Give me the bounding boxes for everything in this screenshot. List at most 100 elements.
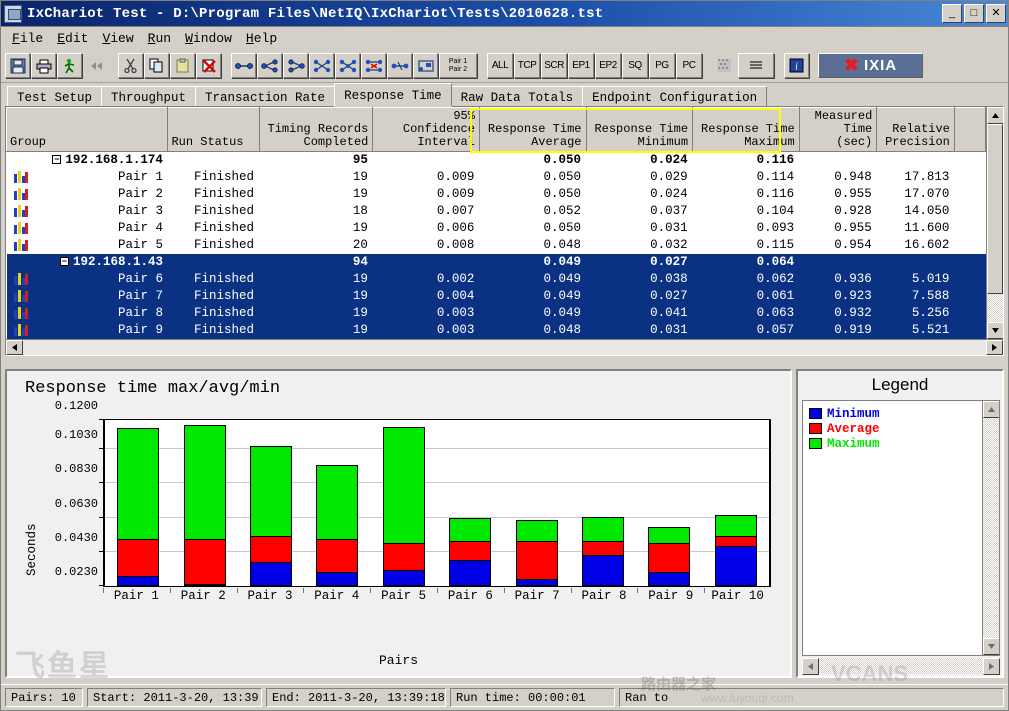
delete-icon[interactable] xyxy=(196,53,221,78)
filter-scr-button[interactable]: SCR xyxy=(541,53,567,78)
chart-bar-slot[interactable] xyxy=(238,420,304,586)
chart-bar[interactable] xyxy=(250,446,292,586)
filter-sq-button[interactable]: SQ xyxy=(622,53,648,78)
filter-ep1-button[interactable]: EP1 xyxy=(568,53,594,78)
pair1-pair2-button[interactable]: Pair 1 Pair 2 xyxy=(439,53,477,78)
edit-pair-icon[interactable] xyxy=(413,53,438,78)
legend-scroll-up-button[interactable] xyxy=(983,401,1000,418)
scroll-down-button[interactable] xyxy=(987,322,1003,339)
tab-test-setup[interactable]: Test Setup xyxy=(7,86,102,106)
menu-help[interactable]: Help xyxy=(243,29,288,48)
chart-bar[interactable] xyxy=(715,515,757,586)
table-row[interactable]: Pair 6Finished190.0020.0490.0380.0620.93… xyxy=(7,271,986,288)
close-button[interactable]: ✕ xyxy=(986,4,1006,23)
list-icon[interactable] xyxy=(738,53,774,78)
table-row[interactable]: Pair 5Finished200.0080.0480.0320.1150.95… xyxy=(7,237,986,254)
col-response-time-maximum[interactable]: Response Time Maximum xyxy=(693,108,800,152)
chart-bar-slot[interactable] xyxy=(105,420,171,586)
endpoint-pair-icon[interactable] xyxy=(283,53,308,78)
expander-icon[interactable]: − xyxy=(60,257,69,266)
filter-pc-button[interactable]: PC xyxy=(676,53,702,78)
run-icon[interactable] xyxy=(57,53,82,78)
new-pair-icon[interactable] xyxy=(387,53,412,78)
col-run-status[interactable]: Run Status xyxy=(168,108,259,152)
chart-bar[interactable] xyxy=(383,427,425,586)
maximize-button[interactable]: □ xyxy=(964,4,984,23)
scroll-right-button[interactable] xyxy=(986,340,1003,355)
copy-icon[interactable] xyxy=(144,53,169,78)
col-relative-precision[interactable]: Relative Precision xyxy=(877,108,955,152)
scroll-track[interactable] xyxy=(987,124,1003,322)
col-response-time-minimum[interactable]: Response Time Minimum xyxy=(586,108,693,152)
grid-vertical-scrollbar[interactable] xyxy=(986,107,1003,339)
paste-icon[interactable] xyxy=(170,53,195,78)
scroll-thumb[interactable] xyxy=(987,124,1003,294)
chart-bar-slot[interactable] xyxy=(304,420,370,586)
col-timing-records[interactable]: Timing Records Completed xyxy=(259,108,373,152)
chart-bar[interactable] xyxy=(449,518,491,586)
info-icon[interactable]: i xyxy=(784,53,809,78)
save-icon[interactable] xyxy=(5,53,30,78)
chart-bar[interactable] xyxy=(516,520,558,586)
col-confidence-interval[interactable]: 95% Confidence Interval xyxy=(373,108,480,152)
legend-scroll-track[interactable] xyxy=(983,418,999,638)
table-row[interactable]: Pair 3Finished180.0070.0520.0370.1040.92… xyxy=(7,203,986,220)
table-row-group[interactable]: −192.168.1.174950.0500.0240.116 xyxy=(7,152,986,170)
chart-bar-slot[interactable] xyxy=(636,420,702,586)
tab-endpoint-configuration[interactable]: Endpoint Configuration xyxy=(582,86,767,106)
table-row[interactable]: Pair 9Finished190.0030.0480.0310.0570.91… xyxy=(7,322,986,339)
chart-bar-slot[interactable] xyxy=(437,420,503,586)
multicast-group-icon[interactable] xyxy=(257,53,282,78)
menu-view[interactable]: View xyxy=(99,29,144,48)
legend-hscroll-track[interactable] xyxy=(819,658,983,674)
table-row[interactable]: Pair 7Finished190.0040.0490.0270.0610.92… xyxy=(7,288,986,305)
grid-icon[interactable] xyxy=(712,53,737,78)
filter-pg-button[interactable]: PG xyxy=(649,53,675,78)
legend-item[interactable]: Minimum xyxy=(809,406,982,421)
chart-bar-slot[interactable] xyxy=(570,420,636,586)
vo-ip-pair-icon[interactable] xyxy=(335,53,360,78)
tab-throughput[interactable]: Throughput xyxy=(101,86,196,106)
chart-bar-slot[interactable] xyxy=(703,420,769,586)
legend-scroll-right-button[interactable] xyxy=(983,658,1000,675)
chart-bar[interactable] xyxy=(117,428,159,586)
chart-bar[interactable] xyxy=(582,517,624,586)
chart-bar[interactable] xyxy=(316,465,358,586)
chart-bar-slot[interactable] xyxy=(503,420,569,586)
rewind-icon[interactable] xyxy=(83,53,108,78)
legend-scroll-down-button[interactable] xyxy=(983,638,1000,655)
print-icon[interactable] xyxy=(31,53,56,78)
menu-run[interactable]: Run xyxy=(145,29,182,48)
tab-raw-data-totals[interactable]: Raw Data Totals xyxy=(451,86,584,106)
scroll-left-button[interactable] xyxy=(6,340,23,355)
menu-edit[interactable]: Edit xyxy=(54,29,99,48)
table-row[interactable]: Pair 4Finished190.0060.0500.0310.0930.95… xyxy=(7,220,986,237)
pair-icon[interactable] xyxy=(231,53,256,78)
legend-item[interactable]: Average xyxy=(809,421,982,436)
legend-vertical-scrollbar[interactable] xyxy=(982,401,999,655)
hscroll-track[interactable] xyxy=(23,340,986,355)
tab-transaction-rate[interactable]: Transaction Rate xyxy=(195,86,335,106)
chart-bar[interactable] xyxy=(648,527,690,586)
scroll-up-button[interactable] xyxy=(987,107,1003,124)
expander-icon[interactable]: − xyxy=(52,155,61,164)
col-response-time-average[interactable]: Response Time Average xyxy=(479,108,586,152)
legend-item[interactable]: Maximum xyxy=(809,436,982,451)
filter-tcp-button[interactable]: TCP xyxy=(514,53,540,78)
minimize-button[interactable]: _ xyxy=(942,4,962,23)
video-pair-icon[interactable] xyxy=(361,53,386,78)
col-group[interactable]: Group xyxy=(7,108,168,152)
cut-icon[interactable] xyxy=(118,53,143,78)
filter-ep2-button[interactable]: EP2 xyxy=(595,53,621,78)
menu-file[interactable]: File xyxy=(9,29,54,48)
chart-bar[interactable] xyxy=(184,425,226,586)
chart-bar-slot[interactable] xyxy=(371,420,437,586)
response-time-chart[interactable]: Response time max/avg/min Seconds 0.0230… xyxy=(5,369,792,678)
chart-bar-slot[interactable] xyxy=(171,420,237,586)
legend-scroll-left-button[interactable] xyxy=(802,658,819,675)
table-row-group[interactable]: −192.168.1.43940.0490.0270.064 xyxy=(7,254,986,271)
tab-response-time[interactable]: Response Time xyxy=(334,83,452,106)
col-measured-time[interactable]: Measured Time (sec) xyxy=(799,108,877,152)
results-grid[interactable]: Group Run Status Timing Records Complete… xyxy=(6,107,986,339)
table-row[interactable]: Pair 2Finished190.0090.0500.0240.1160.95… xyxy=(7,186,986,203)
